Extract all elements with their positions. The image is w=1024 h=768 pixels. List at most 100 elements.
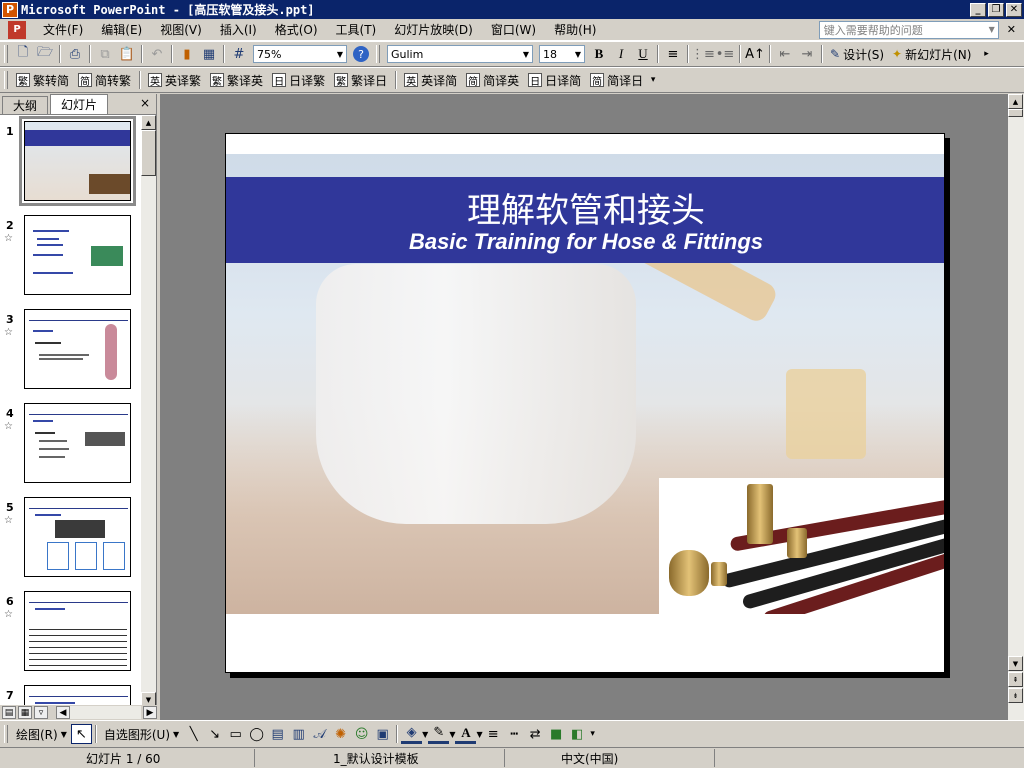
toolbar-grip[interactable] bbox=[4, 45, 8, 63]
autoshape-menu-button[interactable]: 自选图形(U) ▼ bbox=[100, 724, 183, 744]
normal-view-icon[interactable]: ▤ bbox=[2, 706, 16, 719]
help-search-input[interactable]: 键入需要帮助的问题 ▼ bbox=[818, 20, 999, 39]
menu-file[interactable]: 文件(F) bbox=[34, 21, 92, 38]
slide[interactable]: 理解软管和接头 Basic Training for Hose & Fittin… bbox=[225, 133, 945, 673]
slide-title-chinese[interactable]: 理解软管和接头 bbox=[226, 183, 944, 232]
line-color-icon[interactable]: ✎ bbox=[428, 724, 450, 744]
slide-thumbnail[interactable] bbox=[24, 309, 131, 389]
rectangle-icon[interactable]: ▭ bbox=[225, 724, 246, 744]
minimize-button[interactable]: _ bbox=[970, 2, 986, 17]
slideshow-icon[interactable]: ▿ bbox=[34, 706, 48, 719]
toolbar-options-icon[interactable]: ▾ bbox=[648, 70, 658, 90]
scroll-thumb[interactable] bbox=[141, 130, 156, 176]
vertical-textbox-icon[interactable]: ▥ bbox=[288, 724, 309, 744]
toolbar-options-icon[interactable]: ▾ bbox=[588, 724, 598, 744]
scroll-thumb[interactable] bbox=[1008, 109, 1023, 117]
trans-traditional-to-simplified[interactable]: 繁繁转简 bbox=[12, 70, 74, 90]
clipart-icon[interactable]: ☺ bbox=[351, 724, 372, 744]
chevron-down-icon[interactable]: ▼ bbox=[520, 50, 532, 59]
thumbnail-row[interactable]: 1 bbox=[0, 116, 140, 209]
close-icon[interactable]: × bbox=[140, 96, 150, 110]
grid-icon[interactable]: # bbox=[228, 44, 250, 64]
open-icon[interactable]: 🗁 bbox=[34, 44, 56, 64]
toolbar-options-icon[interactable]: ▸ bbox=[975, 44, 997, 64]
trans-english-to-traditional[interactable]: 英英译繁 bbox=[144, 70, 206, 90]
restore-button[interactable]: ❐ bbox=[988, 2, 1004, 17]
thumbnail-row[interactable]: 4 ☆ bbox=[0, 403, 140, 491]
thumbnail-row[interactable]: 5 ☆ bbox=[0, 497, 140, 585]
slide-title-english[interactable]: Basic Training for Hose & Fittings bbox=[226, 229, 944, 255]
diagram-icon[interactable]: ✺ bbox=[330, 724, 351, 744]
menu-tools[interactable]: 工具(T) bbox=[327, 21, 386, 38]
scroll-up-icon[interactable]: ▲ bbox=[1008, 94, 1023, 109]
arrow-icon[interactable]: ↘ bbox=[204, 724, 225, 744]
chevron-down-icon[interactable]: ▼ bbox=[989, 25, 995, 34]
scroll-up-icon[interactable]: ▲ bbox=[141, 115, 156, 130]
thumbnail-row[interactable]: 2 ☆ bbox=[0, 215, 140, 303]
decrease-indent-icon[interactable]: ⇤ bbox=[774, 44, 796, 64]
thumbnail-row[interactable]: 3 ☆ bbox=[0, 309, 140, 397]
chart-icon[interactable]: ▮ bbox=[176, 44, 198, 64]
align-left-icon[interactable]: ≡ bbox=[662, 44, 684, 64]
slide-thumbnail[interactable] bbox=[19, 116, 136, 206]
line-icon[interactable]: ╲ bbox=[183, 724, 204, 744]
new-slide-button[interactable]: ✦ 新幻灯片(N) bbox=[888, 44, 975, 64]
thumbnail-row[interactable]: 7 bbox=[0, 685, 140, 707]
zoom-select[interactable]: 75% ▼ bbox=[253, 45, 347, 63]
chevron-down-icon[interactable]: ▼ bbox=[334, 50, 346, 59]
tab-outline[interactable]: 大纲 bbox=[2, 96, 49, 114]
increase-indent-icon[interactable]: ⇥ bbox=[796, 44, 818, 64]
document-icon[interactable]: P bbox=[8, 20, 26, 39]
bullet-list-icon[interactable]: •≡ bbox=[714, 44, 736, 64]
select-pointer-icon[interactable]: ↖ bbox=[70, 724, 92, 744]
3d-icon[interactable]: ◧ bbox=[567, 724, 588, 744]
underline-button[interactable]: U bbox=[632, 44, 654, 64]
menu-slideshow[interactable]: 幻灯片放映(D) bbox=[385, 21, 482, 38]
slide-thumbnail[interactable] bbox=[24, 403, 131, 483]
slide-thumbnail[interactable] bbox=[24, 215, 131, 295]
menu-view[interactable]: 视图(V) bbox=[151, 21, 211, 38]
slide-thumbnail[interactable] bbox=[24, 591, 131, 671]
italic-button[interactable]: I bbox=[610, 44, 632, 64]
toolbar-grip[interactable] bbox=[4, 725, 8, 743]
close-button[interactable]: ✕ bbox=[1006, 2, 1022, 17]
paste-icon[interactable]: 📋 bbox=[116, 44, 138, 64]
bold-button[interactable]: B bbox=[588, 44, 610, 64]
menu-edit[interactable]: 编辑(E) bbox=[92, 21, 151, 38]
trans-japanese-to-simplified[interactable]: 日日译简 bbox=[524, 70, 586, 90]
undo-icon[interactable]: ↶ bbox=[146, 44, 168, 64]
menu-help[interactable]: 帮助(H) bbox=[545, 21, 605, 38]
horizontal-scroll-track[interactable] bbox=[70, 706, 141, 719]
print-icon[interactable]: ⎙ bbox=[64, 44, 86, 64]
scroll-left-icon[interactable]: ◀ bbox=[56, 706, 70, 719]
toolbar-grip[interactable] bbox=[376, 45, 380, 63]
slide-sorter-icon[interactable]: ▦ bbox=[18, 706, 32, 719]
font-size-select[interactable]: 18 ▼ bbox=[539, 45, 585, 63]
thumbnail-row[interactable]: 6 ☆ bbox=[0, 591, 140, 679]
draw-menu-button[interactable]: 绘图(R) ▼ bbox=[12, 724, 71, 744]
oval-icon[interactable]: ◯ bbox=[246, 724, 267, 744]
trans-simplified-to-english[interactable]: 简简译英 bbox=[462, 70, 524, 90]
table-icon[interactable]: ▦ bbox=[198, 44, 220, 64]
close-icon[interactable]: ✕ bbox=[1007, 23, 1016, 36]
font-select[interactable]: Gulim ▼ bbox=[387, 45, 533, 63]
hose-fittings-photo[interactable] bbox=[659, 478, 944, 614]
design-button[interactable]: ✎ 设计(S) bbox=[826, 44, 888, 64]
trans-traditional-to-english[interactable]: 繁繁译英 bbox=[206, 70, 268, 90]
menu-window[interactable]: 窗口(W) bbox=[482, 21, 545, 38]
powerpoint-icon[interactable]: P bbox=[2, 1, 18, 18]
trans-traditional-to-japanese[interactable]: 繁繁译日 bbox=[330, 70, 392, 90]
fill-color-icon[interactable]: ◈ bbox=[401, 724, 423, 744]
scroll-down-icon[interactable]: ▼ bbox=[1008, 656, 1023, 671]
line-style-icon[interactable]: ≡ bbox=[483, 724, 504, 744]
help-icon[interactable]: ? bbox=[353, 46, 369, 62]
copy-icon[interactable]: ⧉ bbox=[94, 44, 116, 64]
canvas-scrollbar[interactable]: ▲ ▼ ⇞ ⇟ bbox=[1008, 94, 1024, 720]
scroll-right-icon[interactable]: ▶ bbox=[143, 706, 157, 719]
menu-insert[interactable]: 插入(I) bbox=[211, 21, 266, 38]
trans-simplified-to-japanese[interactable]: 简简译日 bbox=[586, 70, 648, 90]
trans-english-to-simplified[interactable]: 英英译简 bbox=[400, 70, 462, 90]
numbered-list-icon[interactable]: ⋮≡ bbox=[691, 44, 715, 64]
slide-thumbnail[interactable] bbox=[24, 497, 131, 577]
picture-icon[interactable]: ▣ bbox=[372, 724, 393, 744]
